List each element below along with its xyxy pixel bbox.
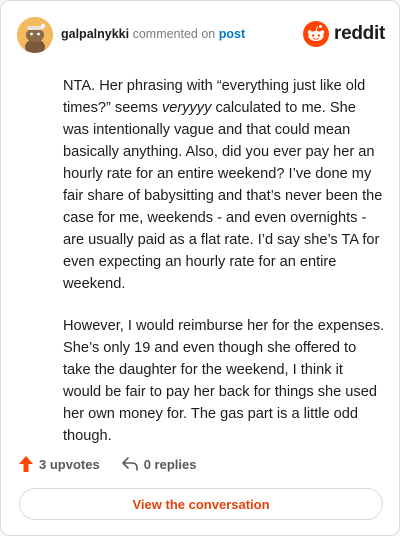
comment-card: galpalnykki commented on post reddit NTA… — [0, 0, 400, 536]
reply-button[interactable]: 0 replies — [121, 456, 197, 472]
comment-emphasis: veryyyy — [161, 100, 212, 116]
upvote-button[interactable]: 3 upvotes — [19, 456, 100, 472]
reddit-logo[interactable]: reddit — [303, 19, 385, 49]
reddit-logo-icon — [303, 21, 330, 47]
comment-body: NTA. Her phrasing with “everything just … — [63, 75, 385, 467]
upvote-arrow-icon — [19, 456, 33, 472]
comment-paragraph-2: However, I would reimburse her for the e… — [63, 318, 385, 444]
comment-text: calculated to me. She was intentionally … — [63, 100, 383, 292]
action-text: commented on — [132, 27, 216, 41]
comment-paragraph-1: NTA. Her phrasing with “everything just … — [63, 75, 385, 295]
username-link[interactable]: galpalnykki — [61, 27, 129, 41]
avatar[interactable] — [17, 17, 53, 53]
reddit-wordmark: reddit — [334, 23, 385, 44]
comment-header: galpalnykki commented on post reddit — [17, 15, 385, 55]
snoo-avatar-icon — [17, 17, 53, 53]
reply-arrow-icon — [121, 457, 138, 471]
view-conversation-button[interactable]: View the conversation — [19, 488, 383, 520]
comment-footer: 3 upvotes 0 replies — [19, 453, 218, 475]
comment-meta: galpalnykki commented on post — [61, 27, 245, 41]
upvote-count: 3 upvotes — [39, 456, 100, 472]
reply-count: 0 replies — [143, 456, 197, 472]
post-link[interactable]: post — [219, 27, 245, 41]
